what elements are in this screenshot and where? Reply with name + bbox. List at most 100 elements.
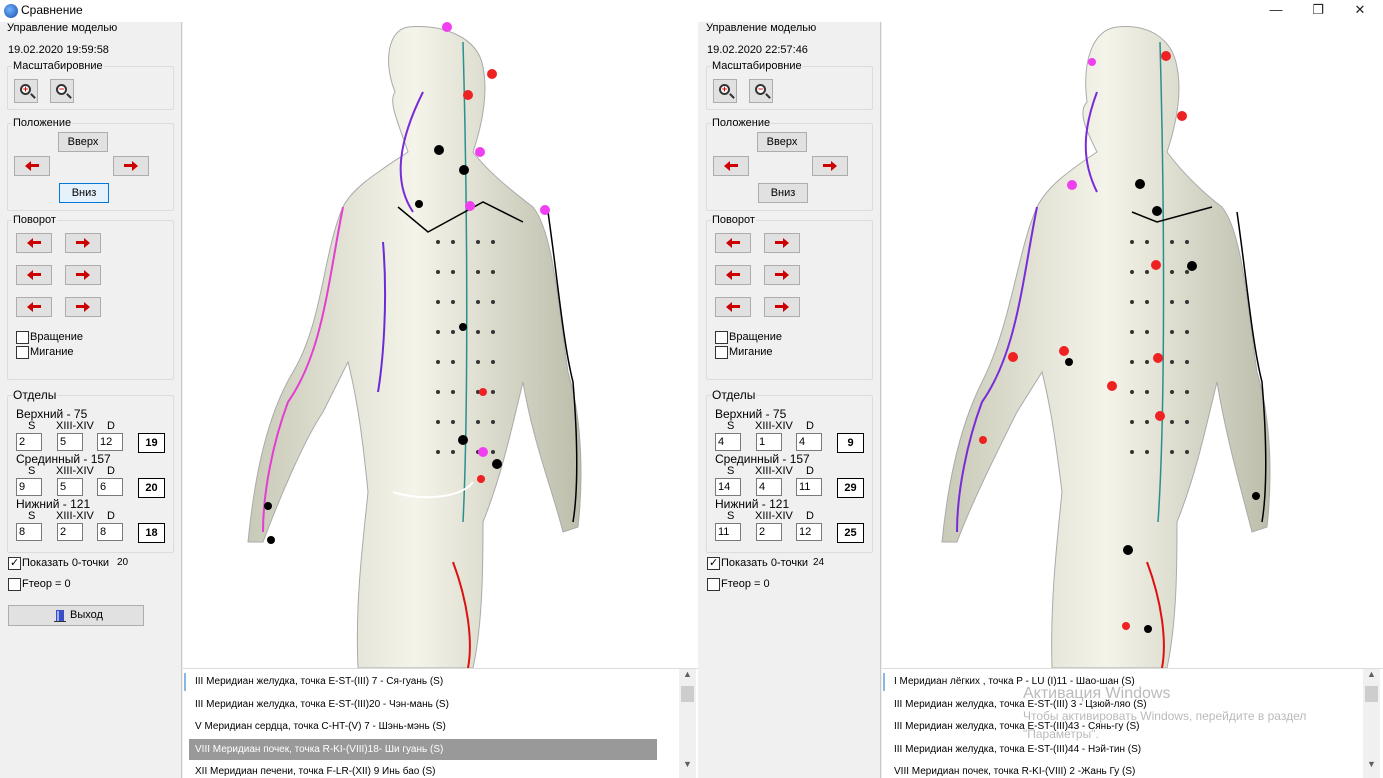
col-s: S bbox=[28, 420, 36, 432]
middle-xiii-field[interactable]: 5 bbox=[57, 478, 83, 496]
exit-button[interactable]: Выход bbox=[8, 605, 144, 626]
zero-count: 24 bbox=[813, 557, 825, 568]
rotate-z-left-button[interactable] bbox=[16, 297, 52, 317]
show-zero-checkbox[interactable] bbox=[707, 556, 720, 570]
lower-total: 18 bbox=[138, 523, 165, 543]
upper-s-field[interactable]: 2 bbox=[16, 433, 42, 451]
middle-xiii-field[interactable]: 4 bbox=[756, 478, 782, 496]
lower-d-field[interactable]: 12 bbox=[796, 523, 822, 541]
minimize-button[interactable]: — bbox=[1253, 0, 1299, 22]
rotate-checkbox[interactable] bbox=[715, 331, 728, 344]
blink-label: Мигание bbox=[30, 346, 74, 358]
ftheor-checkbox[interactable] bbox=[8, 578, 21, 591]
zoom-group-title: Масштабировние bbox=[12, 60, 104, 72]
zoom-out-button[interactable]: − bbox=[749, 79, 773, 103]
col-xiii: XIII-XIV bbox=[56, 420, 94, 432]
list-item[interactable]: III Меридиан желудка, точка E-ST-(III) 7… bbox=[189, 671, 443, 692]
scroll-down-icon[interactable]: ▼ bbox=[1363, 759, 1380, 775]
zoom-out-button[interactable]: − bbox=[50, 79, 74, 103]
scroll-thumb[interactable] bbox=[681, 686, 694, 702]
upper-d-field[interactable]: 12 bbox=[97, 433, 123, 451]
scroll-up-icon[interactable]: ▲ bbox=[1363, 669, 1380, 685]
rotate-z-right-button[interactable] bbox=[65, 297, 101, 317]
upper-s-field[interactable]: 4 bbox=[715, 433, 741, 451]
lower-s-field[interactable]: 11 bbox=[715, 523, 741, 541]
list-item[interactable]: XII Меридиан печени, точка F-LR-(XII) 9 … bbox=[189, 761, 435, 778]
middle-s-field[interactable]: 14 bbox=[715, 478, 741, 496]
maximize-button[interactable]: ❐ bbox=[1295, 0, 1341, 22]
upper-total: 9 bbox=[837, 433, 864, 453]
body-model-image[interactable] bbox=[183, 22, 698, 669]
right-3d-viewport[interactable]: I Меридиан лёгких , точка P - LU (I)11 -… bbox=[882, 22, 1383, 778]
left-list-scrollbar[interactable]: ▲ ▼ bbox=[679, 669, 696, 778]
lower-s-field[interactable]: 8 bbox=[16, 523, 42, 541]
arrow-left-icon bbox=[726, 238, 740, 248]
middle-s-field[interactable]: 9 bbox=[16, 478, 42, 496]
list-item[interactable]: III Меридиан желудка, точка E-ST-(III)20… bbox=[189, 694, 449, 715]
rotate-x-left-button[interactable] bbox=[16, 233, 52, 253]
position-group-title: Положение bbox=[12, 117, 73, 129]
col-s: S bbox=[727, 465, 735, 477]
ftheor-label: Fтеор = 0 bbox=[22, 578, 71, 590]
rotate-x-right-button[interactable] bbox=[65, 233, 101, 253]
right-list-scrollbar[interactable]: ▲ ▼ bbox=[1363, 669, 1380, 778]
arrow-left-icon bbox=[27, 238, 41, 248]
blink-checkbox[interactable] bbox=[16, 346, 29, 359]
scroll-down-icon[interactable]: ▼ bbox=[679, 759, 696, 775]
blink-checkbox[interactable] bbox=[715, 346, 728, 359]
rotate-y-right-button[interactable] bbox=[764, 265, 800, 285]
app-icon bbox=[4, 4, 18, 18]
lower-label: Нижний - 121 bbox=[16, 497, 91, 511]
middle-total: 20 bbox=[138, 478, 165, 498]
rotate-x-left-button[interactable] bbox=[715, 233, 751, 253]
lower-xiii-field[interactable]: 2 bbox=[57, 523, 83, 541]
rotate-y-right-button[interactable] bbox=[65, 265, 101, 285]
lower-xiii-field[interactable]: 2 bbox=[756, 523, 782, 541]
rotate-label: Вращение bbox=[729, 331, 782, 343]
rotate-x-right-button[interactable] bbox=[764, 233, 800, 253]
rotate-y-left-button[interactable] bbox=[16, 265, 52, 285]
show-zero-checkbox[interactable] bbox=[8, 556, 21, 570]
lower-d-field[interactable]: 8 bbox=[97, 523, 123, 541]
timestamp: 19.02.2020 19:59:58 bbox=[8, 44, 109, 56]
ftheor-checkbox[interactable] bbox=[707, 578, 720, 591]
body-model-image[interactable] bbox=[882, 22, 1383, 669]
list-item[interactable]: III Меридиан желудка, точка E-ST-(III)44… bbox=[888, 739, 1141, 760]
scroll-thumb[interactable] bbox=[1365, 686, 1378, 702]
rotate-checkbox[interactable] bbox=[16, 331, 29, 344]
move-left-button[interactable] bbox=[14, 156, 50, 176]
middle-label: Срединный - 157 bbox=[715, 452, 810, 466]
move-up-button[interactable]: Вверх bbox=[58, 132, 108, 152]
left-3d-viewport[interactable]: III Меридиан желудка, точка E-ST-(III) 7… bbox=[183, 22, 698, 778]
move-right-button[interactable] bbox=[113, 156, 149, 176]
arrow-left-icon bbox=[726, 302, 740, 312]
move-right-button[interactable] bbox=[812, 156, 848, 176]
middle-d-field[interactable]: 11 bbox=[796, 478, 822, 496]
col-xiii: XIII-XIV bbox=[755, 510, 793, 522]
scroll-up-icon[interactable]: ▲ bbox=[679, 669, 696, 685]
list-item-selected[interactable]: VIII Меридиан почек, точка R-KI-(VIII)18… bbox=[189, 739, 657, 760]
move-up-button[interactable]: Вверх bbox=[757, 132, 807, 152]
arrow-right-icon bbox=[823, 161, 837, 171]
exit-label: Выход bbox=[70, 609, 103, 621]
list-item[interactable]: V Меридиан сердца, точка C-HT-(V) 7 - Шэ… bbox=[189, 716, 446, 737]
rotation-group: Поворот Вращение Мигание bbox=[7, 214, 174, 380]
zoom-in-button[interactable]: + bbox=[14, 79, 38, 103]
left-point-list[interactable]: III Меридиан желудка, точка E-ST-(III) 7… bbox=[183, 668, 698, 778]
arrow-left-icon bbox=[724, 161, 738, 171]
upper-xiii-field[interactable]: 1 bbox=[756, 433, 782, 451]
rotate-z-right-button[interactable] bbox=[764, 297, 800, 317]
middle-d-field[interactable]: 6 bbox=[97, 478, 123, 496]
zoom-in-button[interactable]: + bbox=[713, 79, 737, 103]
move-left-button[interactable] bbox=[713, 156, 749, 176]
rotate-z-left-button[interactable] bbox=[715, 297, 751, 317]
move-down-button[interactable]: Вниз bbox=[59, 183, 109, 203]
upper-d-field[interactable]: 4 bbox=[796, 433, 822, 451]
upper-xiii-field[interactable]: 5 bbox=[57, 433, 83, 451]
upper-total: 19 bbox=[138, 433, 165, 453]
move-down-button[interactable]: Вниз bbox=[758, 183, 808, 203]
list-item[interactable]: VIII Меридиан почек, точка R-KI-(VIII) 2… bbox=[888, 761, 1135, 778]
col-xiii: XIII-XIV bbox=[56, 510, 94, 522]
close-button[interactable]: ✕ bbox=[1337, 0, 1383, 22]
rotate-y-left-button[interactable] bbox=[715, 265, 751, 285]
